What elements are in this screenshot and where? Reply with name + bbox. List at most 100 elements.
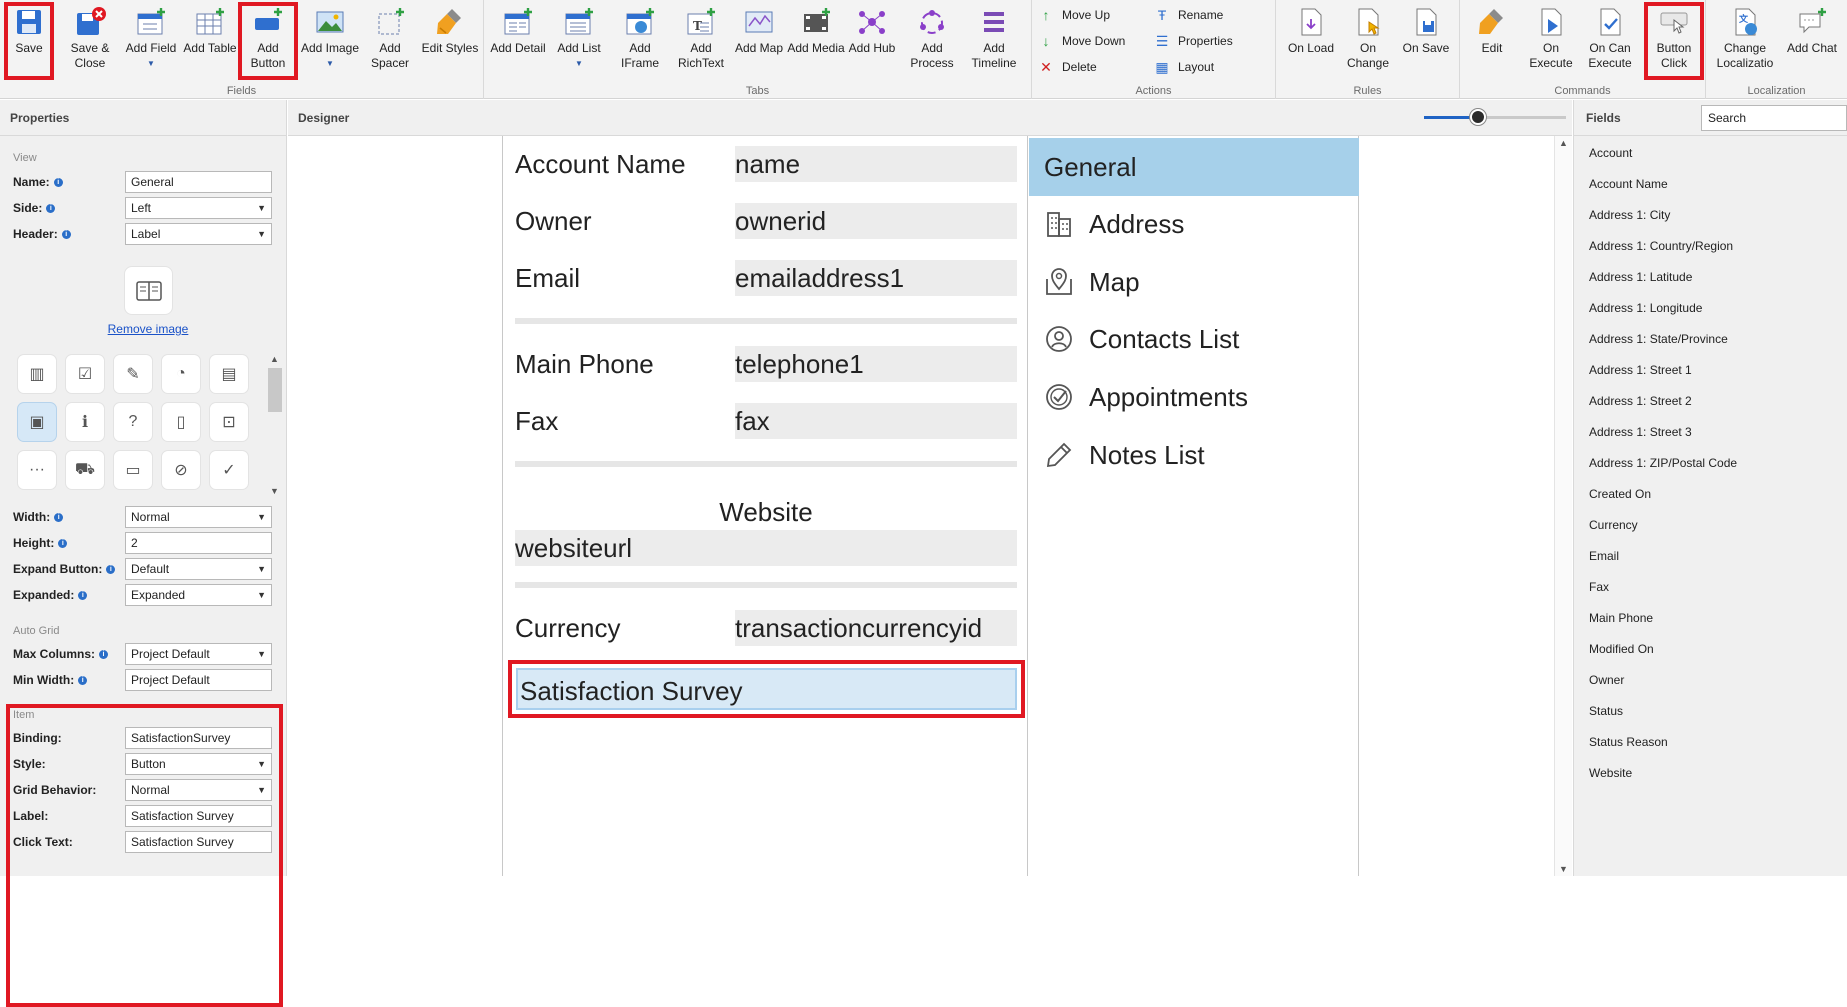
tab-appointments[interactable]: Appointments bbox=[1029, 368, 1359, 426]
tab-image-preview[interactable] bbox=[124, 266, 173, 315]
field-list-item[interactable]: Website bbox=[1589, 758, 1632, 788]
tab-map[interactable]: Map bbox=[1029, 253, 1359, 311]
truck-icon[interactable]: ⛟ bbox=[65, 450, 105, 490]
field-list-item[interactable]: Modified On bbox=[1589, 634, 1654, 664]
form-row-main-phone[interactable]: Main Phone telephone1 bbox=[515, 346, 1017, 382]
move-down-button[interactable]: ↓ Move Down bbox=[1038, 30, 1126, 52]
field-list-item[interactable]: Fax bbox=[1589, 572, 1609, 602]
move-up-button[interactable]: ↑ Move Up bbox=[1038, 4, 1111, 26]
tab-contacts-list[interactable]: Contacts List bbox=[1029, 310, 1359, 368]
edit-command-button[interactable]: Edit bbox=[1466, 4, 1518, 78]
zoom-slider[interactable] bbox=[1424, 109, 1566, 125]
add-image-button[interactable]: Add Image ▼ bbox=[298, 4, 362, 78]
website-field-label[interactable]: Website bbox=[515, 494, 1017, 530]
style-select[interactable]: Button ▼ bbox=[125, 753, 272, 775]
add-field-dropdown-icon[interactable]: ▼ bbox=[147, 60, 155, 68]
button-click-button[interactable]: Button Click bbox=[1644, 2, 1704, 80]
add-richtext-button[interactable]: T Add RichText bbox=[670, 4, 732, 78]
height-input[interactable]: 2 bbox=[125, 532, 272, 554]
name-input[interactable]: General bbox=[125, 171, 272, 193]
field-list-item[interactable]: Address 1: City bbox=[1589, 200, 1670, 230]
field-list-item[interactable]: Owner bbox=[1589, 665, 1624, 695]
field-list-item[interactable]: Address 1: Street 1 bbox=[1589, 355, 1692, 385]
tab-general[interactable]: General bbox=[1029, 138, 1359, 196]
save-button[interactable]: Save bbox=[4, 2, 54, 80]
field-list-item[interactable]: Status Reason bbox=[1589, 727, 1668, 757]
add-map-button[interactable]: Add Map bbox=[732, 4, 786, 78]
edit-box-icon[interactable]: ✎ bbox=[113, 354, 153, 394]
inbox-icon[interactable]: ⊡ bbox=[209, 402, 249, 442]
field-list-item[interactable]: Created On bbox=[1589, 479, 1651, 509]
add-chat-button[interactable]: Add Chat bbox=[1782, 4, 1842, 78]
form-row-owner[interactable]: Owner ownerid bbox=[515, 203, 1017, 239]
more-icon[interactable]: ··· bbox=[17, 450, 57, 490]
scrollbar-thumb[interactable] bbox=[268, 368, 282, 412]
grid-behavior-select[interactable]: Normal ▼ bbox=[125, 779, 272, 801]
change-localization-button[interactable]: 文 Change Localizatio bbox=[1710, 4, 1780, 78]
calendar-icon[interactable]: ▤ bbox=[209, 354, 249, 394]
field-list-item[interactable]: Main Phone bbox=[1589, 603, 1653, 633]
add-field-button[interactable]: Add Field ▼ bbox=[122, 4, 180, 78]
designer-scrollbar[interactable]: ▲ ▼ bbox=[1554, 136, 1572, 876]
satisfaction-survey-button[interactable]: Satisfaction Survey bbox=[508, 660, 1025, 718]
scroll-up-icon[interactable]: ▲ bbox=[1559, 138, 1568, 148]
chat-icon[interactable]: ▭ bbox=[113, 450, 153, 490]
scroll-down-icon[interactable]: ▼ bbox=[270, 486, 279, 496]
book-icon[interactable]: ▣ bbox=[17, 402, 57, 442]
on-execute-button[interactable]: On Execute bbox=[1524, 4, 1578, 78]
add-list-button[interactable]: Add List ▼ bbox=[550, 4, 608, 78]
expand-button-select[interactable]: Default ▼ bbox=[125, 558, 272, 580]
website-field-binding[interactable]: websiteurl bbox=[515, 530, 1017, 566]
add-image-dropdown-icon[interactable]: ▼ bbox=[326, 60, 334, 68]
edit-styles-button[interactable]: Edit Styles bbox=[420, 4, 480, 78]
on-load-button[interactable]: On Load bbox=[1284, 4, 1338, 78]
pie-chart-icon[interactable]: ◔ bbox=[161, 354, 201, 394]
add-detail-button[interactable]: Add Detail bbox=[488, 4, 548, 78]
header-select[interactable]: Label ▼ bbox=[125, 223, 272, 245]
add-iframe-button[interactable]: Add IFrame bbox=[612, 4, 668, 78]
fields-search-input[interactable]: Search bbox=[1701, 105, 1847, 131]
click-text-input[interactable]: Satisfaction Survey bbox=[125, 831, 272, 853]
properties-button[interactable]: ☰ Properties bbox=[1154, 30, 1233, 52]
on-can-execute-button[interactable]: On Can Execute bbox=[1582, 4, 1638, 78]
add-list-dropdown-icon[interactable]: ▼ bbox=[575, 60, 583, 68]
rename-button[interactable]: Ŧ Rename bbox=[1154, 4, 1224, 26]
on-save-button[interactable]: On Save bbox=[1398, 4, 1454, 78]
width-select[interactable]: Normal ▼ bbox=[125, 506, 272, 528]
scroll-down-icon[interactable]: ▼ bbox=[1559, 864, 1568, 874]
add-hub-button[interactable]: Add Hub bbox=[846, 4, 898, 78]
form-row-currency[interactable]: Currency transactioncurrencyid bbox=[515, 610, 1017, 646]
add-button-button[interactable]: Add Button bbox=[238, 2, 298, 80]
scroll-up-icon[interactable]: ▲ bbox=[270, 354, 279, 364]
on-change-button[interactable]: On Change bbox=[1340, 4, 1396, 78]
side-select[interactable]: Left ▼ bbox=[125, 197, 272, 219]
add-spacer-button[interactable]: Add Spacer bbox=[364, 4, 416, 78]
form-row-email[interactable]: Email emailaddress1 bbox=[515, 260, 1017, 296]
label-input[interactable]: Satisfaction Survey bbox=[125, 805, 272, 827]
field-list-item[interactable]: Address 1: State/Province bbox=[1589, 324, 1728, 354]
icon-grid-scrollbar[interactable]: ▲ ▼ bbox=[266, 354, 282, 496]
field-list-item[interactable]: Status bbox=[1589, 696, 1623, 726]
remove-image-link[interactable]: Remove image bbox=[100, 322, 196, 336]
layout-button[interactable]: ▦ Layout bbox=[1154, 56, 1214, 78]
expanded-select[interactable]: Expanded ▼ bbox=[125, 584, 272, 606]
check-circle-icon[interactable]: ✓ bbox=[209, 450, 249, 490]
zoom-slider-thumb[interactable] bbox=[1469, 109, 1486, 125]
building-icon[interactable]: ▥ bbox=[17, 354, 57, 394]
add-table-button[interactable]: Add Table bbox=[182, 4, 238, 78]
add-media-button[interactable]: Add Media bbox=[786, 4, 846, 78]
field-list-item[interactable]: Address 1: Street 3 bbox=[1589, 417, 1692, 447]
compass-icon[interactable]: ⊘ bbox=[161, 450, 201, 490]
clipboard-check-icon[interactable]: ☑ bbox=[65, 354, 105, 394]
min-width-input[interactable]: Project Default bbox=[125, 669, 272, 691]
info-icon[interactable]: ℹ bbox=[65, 402, 105, 442]
delete-button[interactable]: ✕ Delete bbox=[1038, 56, 1097, 78]
form-row-fax[interactable]: Fax fax bbox=[515, 403, 1017, 439]
field-list-item[interactable]: Address 1: ZIP/Postal Code bbox=[1589, 448, 1737, 478]
tab-address[interactable]: Address bbox=[1029, 195, 1359, 253]
field-list-item[interactable]: Address 1: Latitude bbox=[1589, 262, 1692, 292]
add-timeline-button[interactable]: Add Timeline bbox=[962, 4, 1026, 78]
field-list-item[interactable]: Currency bbox=[1589, 510, 1638, 540]
form-row-account-name[interactable]: Account Name name bbox=[515, 146, 1017, 182]
field-list-item[interactable]: Account Name bbox=[1589, 169, 1668, 199]
